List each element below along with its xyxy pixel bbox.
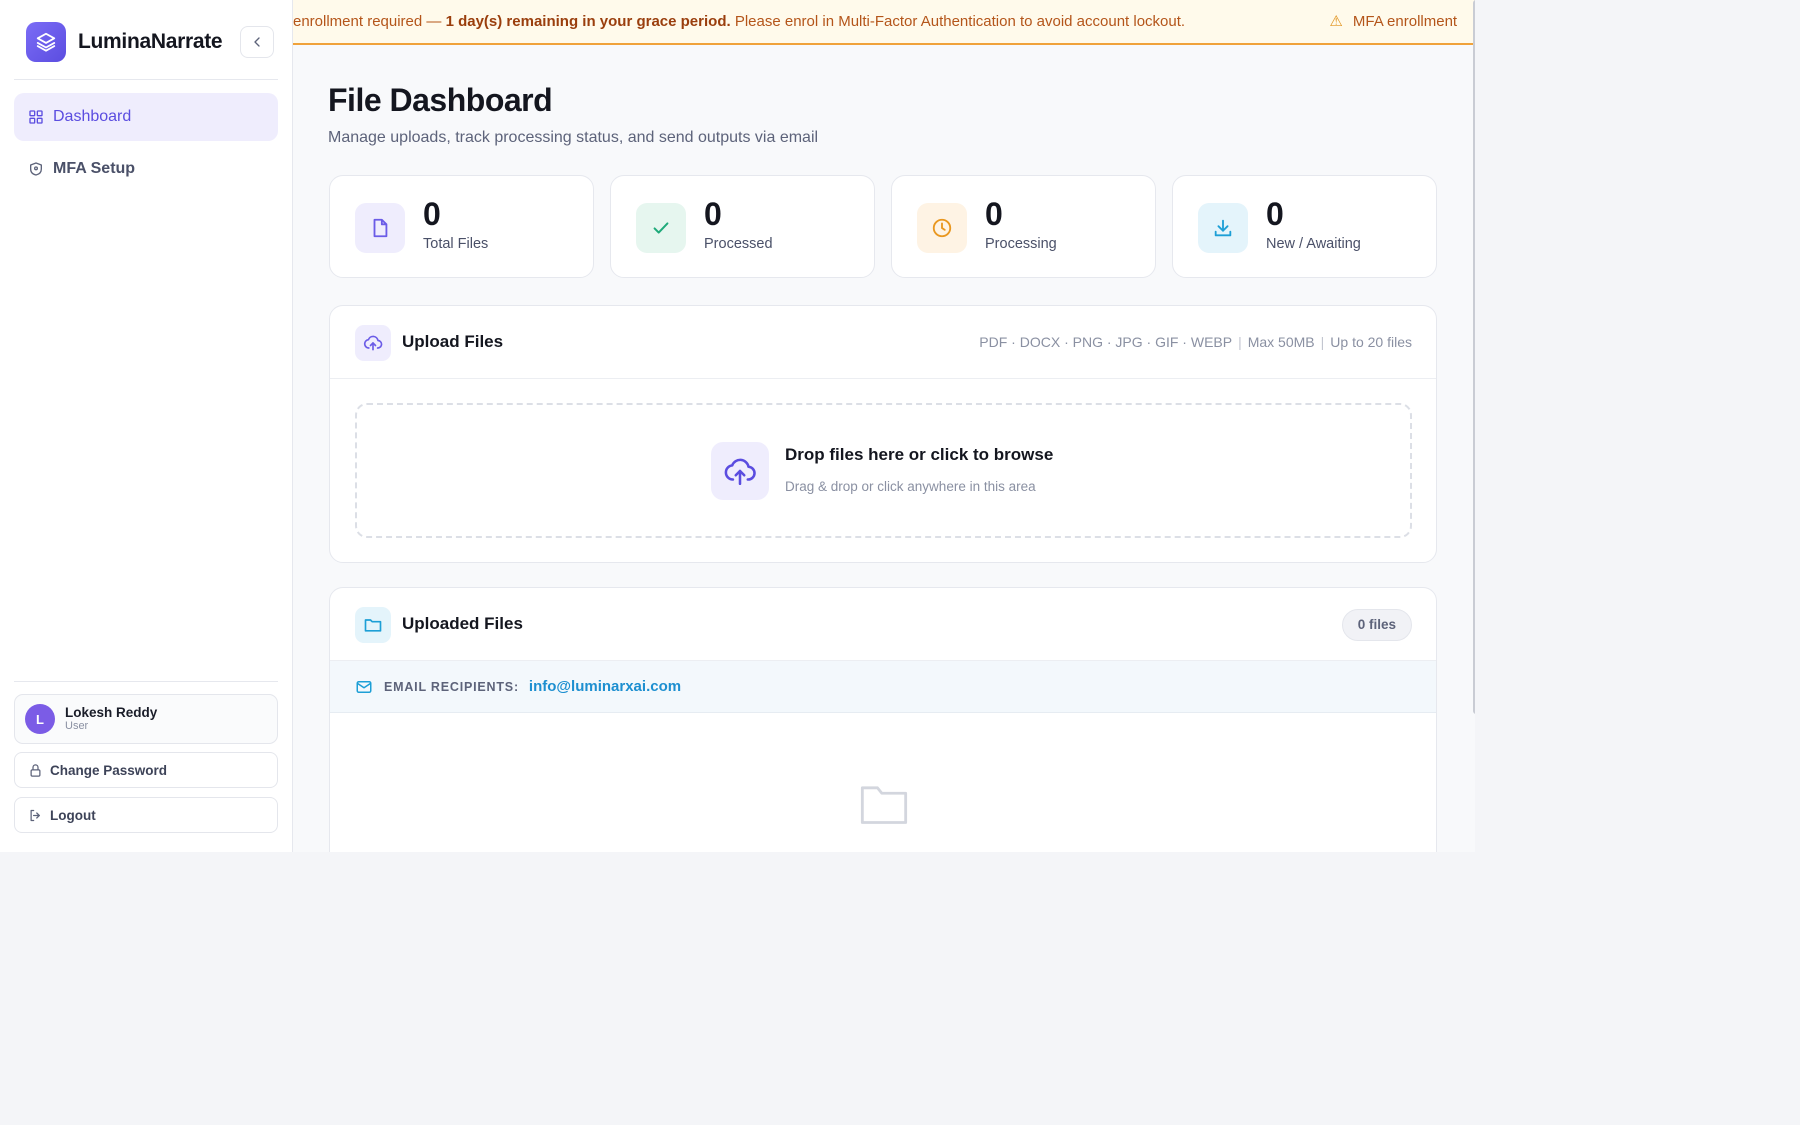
- uploaded-files-header: Uploaded Files 0 files: [330, 588, 1436, 661]
- folder-icon: [355, 607, 391, 643]
- sidebar-divider: [14, 79, 278, 80]
- file-icon: [355, 203, 405, 253]
- upload-formats: PDF · DOCX · PNG · JPG · GIF · WEBP: [979, 334, 1233, 350]
- cloud-upload-icon: [711, 442, 769, 500]
- recipients-label: EMAIL RECIPIENTS:: [384, 679, 519, 694]
- sidebar: LuminaNarrate Dashboard MFA Setup L Loke…: [0, 0, 293, 852]
- uploaded-files-panel: Uploaded Files 0 files EMAIL RECIPIENTS:…: [329, 587, 1437, 852]
- sidebar-item-label: MFA Setup: [53, 160, 136, 177]
- page-subtitle: Manage uploads, track processing status,…: [328, 129, 819, 146]
- cloud-upload-icon: [355, 325, 391, 361]
- user-card[interactable]: L Lokesh Reddy User: [14, 694, 278, 744]
- stat-label: Processing: [985, 236, 1057, 252]
- stat-label: New / Awaiting: [1266, 236, 1361, 252]
- stat-card-processed: 0 Processed: [610, 175, 875, 278]
- logout-label: Logout: [50, 807, 96, 823]
- uploaded-files-title: Uploaded Files: [402, 614, 523, 633]
- banner-repeat: MFA enrollment: [1352, 13, 1458, 30]
- lock-icon: [30, 763, 41, 777]
- banner-lead: enrollment required —: [293, 13, 446, 30]
- stat-card-new-awaiting: 0 New / Awaiting: [1172, 175, 1437, 278]
- upload-max-files: Up to 20 files: [1330, 334, 1412, 350]
- stat-card-total-files: 0 Total Files: [329, 175, 594, 278]
- sidebar-item-mfa-setup[interactable]: MFA Setup: [14, 145, 278, 193]
- stat-card-processing: 0 Processing: [891, 175, 1156, 278]
- warning-icon: ⚠: [1329, 13, 1343, 30]
- recipient-email-link[interactable]: info@luminarxai.com: [529, 678, 681, 695]
- banner-emphasis: 1 day(s) remaining in your grace period.: [445, 13, 731, 30]
- download-icon: [1198, 203, 1248, 253]
- grid-icon: [29, 110, 43, 124]
- scrollbar[interactable]: [1473, 0, 1475, 714]
- logout-button[interactable]: Logout: [14, 797, 278, 833]
- file-count-badge: 0 files: [1341, 609, 1412, 641]
- collapse-sidebar-button[interactable]: [240, 26, 274, 58]
- app-window: LuminaNarrate Dashboard MFA Setup L Loke…: [0, 0, 1475, 852]
- change-password-label: Change Password: [50, 762, 168, 778]
- brand[interactable]: LuminaNarrate: [26, 22, 223, 62]
- dropzone-subtitle: Drag & drop or click anywhere in this ar…: [785, 479, 1036, 494]
- file-dropzone[interactable]: Drop files here or click to browse Drag …: [355, 403, 1412, 538]
- check-icon: [636, 203, 686, 253]
- upload-max-size: Max 50MB: [1247, 334, 1315, 350]
- banner-marquee: enrollment required — 1 day(s) remaining…: [293, 12, 1457, 30]
- mail-icon: [356, 680, 372, 693]
- shield-icon: [30, 162, 42, 176]
- upload-panel: Upload Files PDF · DOCX · PNG · JPG · GI…: [329, 305, 1437, 563]
- sidebar-item-label: Dashboard: [53, 108, 132, 125]
- stat-value: 0: [1266, 196, 1284, 232]
- stat-label: Total Files: [423, 236, 489, 252]
- page-title: File Dashboard: [328, 82, 553, 118]
- empty-folder-icon: [858, 779, 910, 832]
- banner-text: Please enrol in Multi-Factor Authenticat…: [730, 13, 1186, 30]
- email-recipients-bar: EMAIL RECIPIENTS: info@luminarxai.com: [330, 661, 1436, 713]
- app-name: LuminaNarrate: [78, 30, 223, 53]
- stat-label: Processed: [704, 236, 773, 252]
- avatar: L: [25, 704, 55, 734]
- dropzone-title: Drop files here or click to browse: [785, 445, 1054, 464]
- user-role: User: [65, 720, 89, 733]
- logout-icon: [30, 809, 40, 821]
- change-password-button[interactable]: Change Password: [14, 752, 278, 788]
- upload-panel-header: Upload Files PDF · DOCX · PNG · JPG · GI…: [330, 306, 1436, 379]
- clock-icon: [917, 203, 967, 253]
- upload-title: Upload Files: [402, 332, 504, 351]
- stat-value: 0: [985, 196, 1003, 232]
- stat-value: 0: [704, 196, 722, 232]
- mfa-warning-banner: enrollment required — 1 day(s) remaining…: [293, 0, 1475, 45]
- upload-constraints: PDF · DOCX · PNG · JPG · GIF · WEBP | Max …: [979, 334, 1412, 350]
- sidebar-divider: [14, 681, 278, 682]
- user-name: Lokesh Reddy: [65, 704, 158, 720]
- layers-icon: [26, 22, 66, 62]
- sidebar-item-dashboard[interactable]: Dashboard: [14, 93, 278, 141]
- chevron-left-icon: [254, 37, 260, 47]
- stat-value: 0: [423, 196, 441, 232]
